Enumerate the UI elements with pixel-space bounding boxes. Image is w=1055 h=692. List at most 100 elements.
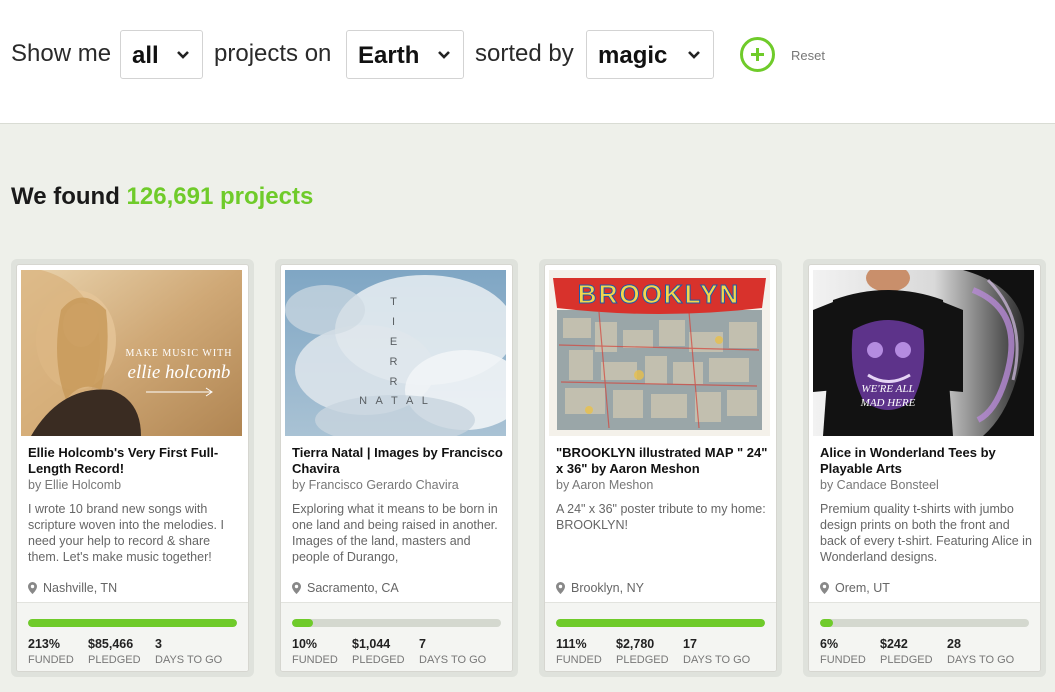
location-pin-icon: [292, 582, 301, 594]
location-pin-icon: [556, 582, 565, 594]
project-stats: 6% FUNDED $242 PLEDGED 28 DAYS TO GO: [809, 602, 1040, 671]
add-filter-button[interactable]: [740, 37, 775, 72]
project-card: MAKE MUSIC WITH ellie holcomb Ellie Holc…: [11, 259, 254, 677]
funded-value: 6%: [820, 637, 839, 651]
days-value: 28: [947, 637, 961, 651]
project-blurb: A 24" x 36" poster tribute to my home: B…: [556, 502, 766, 532]
chevron-down-icon: [688, 51, 700, 59]
project-location[interactable]: Sacramento, CA: [292, 581, 399, 595]
project-card-inner[interactable]: WE'RE ALL MAD HERE Alice in Wonderland T…: [808, 264, 1041, 672]
image-caption-top: MAKE MUSIC WITH: [125, 348, 232, 359]
pledged-stat: $85,466 PLEDGED: [88, 637, 141, 666]
location-select-value: Earth: [358, 42, 420, 69]
project-image[interactable]: T I E R R N A T A L: [285, 270, 506, 436]
sorted-by-label: sorted by: [475, 40, 574, 67]
pledged-label: PLEDGED: [616, 654, 669, 666]
project-image[interactable]: MAKE MUSIC WITH ellie holcomb: [21, 270, 242, 436]
funding-progress-fill: [28, 619, 237, 627]
project-card: WE'RE ALL MAD HERE Alice in Wonderland T…: [803, 259, 1046, 677]
project-card-inner[interactable]: BROOKLYN "BROOKLYN illustrated MAP " 24"…: [544, 264, 777, 672]
project-card-inner[interactable]: T I E R R N A T A L Tierra Natal | Image…: [280, 264, 513, 672]
pledged-label: PLEDGED: [880, 654, 933, 666]
pledged-label: PLEDGED: [88, 654, 141, 666]
results-count: 126,691 projects: [126, 183, 314, 210]
funded-label: FUNDED: [556, 654, 602, 666]
sort-select-value: magic: [598, 42, 668, 69]
location-select[interactable]: Earth: [346, 30, 464, 79]
project-byline[interactable]: by Francisco Gerardo Chavira: [292, 478, 459, 492]
days-label: DAYS TO GO: [155, 654, 223, 666]
project-card: BROOKLYN "BROOKLYN illustrated MAP " 24"…: [539, 259, 782, 677]
category-select[interactable]: all: [120, 30, 203, 79]
funding-progress-bar: [28, 619, 237, 627]
funded-stat: 213% FUNDED: [28, 637, 74, 666]
funded-label: FUNDED: [28, 654, 74, 666]
image-letter: R: [390, 356, 401, 368]
project-location[interactable]: Brooklyn, NY: [556, 581, 644, 595]
funding-progress-bar: [556, 619, 765, 627]
project-stats: 213% FUNDED $85,466 PLEDGED 3 DAYS TO GO: [17, 602, 248, 671]
filter-bar: Show me all projects on Earth sorted by …: [0, 0, 1055, 124]
plus-icon: [751, 48, 764, 61]
pledged-label: PLEDGED: [352, 654, 405, 666]
days-stat: 28 DAYS TO GO: [947, 637, 1014, 666]
image-caption: BROOKLYN: [578, 279, 740, 309]
results-prefix: We found: [11, 183, 120, 210]
days-stat: 3 DAYS TO GO: [155, 637, 222, 666]
days-stat: 7 DAYS TO GO: [419, 637, 486, 666]
project-location-text: Nashville, TN: [43, 581, 118, 595]
image-caption-script: ellie holcomb: [128, 362, 231, 383]
project-byline[interactable]: by Ellie Holcomb: [28, 478, 121, 492]
project-byline[interactable]: by Aaron Meshon: [556, 478, 653, 492]
funding-progress-fill: [556, 619, 765, 627]
project-title[interactable]: Ellie Holcomb's Very First Full-Length R…: [28, 445, 243, 477]
project-stats: 10% FUNDED $1,044 PLEDGED 7 DAYS TO GO: [281, 602, 512, 671]
days-value: 7: [419, 637, 426, 651]
project-location-text: Brooklyn, NY: [571, 581, 644, 595]
show-me-label: Show me: [11, 40, 112, 67]
project-title[interactable]: Alice in Wonderland Tees by Playable Art…: [820, 445, 1035, 477]
project-location[interactable]: Orem, UT: [820, 581, 890, 595]
project-image[interactable]: WE'RE ALL MAD HERE: [813, 270, 1034, 436]
sort-select[interactable]: magic: [586, 30, 714, 79]
results-heading: We found 126,691 projects: [11, 183, 313, 211]
projects-on-label: projects on: [214, 40, 332, 67]
days-value: 3: [155, 637, 162, 651]
image-letter: E: [390, 336, 400, 348]
reset-link[interactable]: Reset: [791, 48, 825, 63]
project-location-text: Orem, UT: [835, 581, 890, 595]
pledged-stat: $2,780 PLEDGED: [616, 637, 669, 666]
funded-label: FUNDED: [292, 654, 338, 666]
image-letter: I: [392, 316, 398, 328]
funded-label: FUNDED: [820, 654, 866, 666]
image-letter: R: [390, 376, 401, 388]
days-label: DAYS TO GO: [683, 654, 751, 666]
funding-progress-bar: [820, 619, 1029, 627]
project-location[interactable]: Nashville, TN: [28, 581, 117, 595]
pledged-value: $242: [880, 637, 908, 651]
project-image[interactable]: BROOKLYN: [549, 270, 770, 436]
project-blurb: I wrote 10 brand new songs with scriptur…: [28, 502, 224, 564]
project-title[interactable]: Tierra Natal | Images by Francisco Chavi…: [292, 445, 507, 477]
days-stat: 17 DAYS TO GO: [683, 637, 750, 666]
category-select-value: all: [132, 42, 159, 69]
image-caption-line1: WE'RE ALL: [861, 383, 914, 395]
pledged-stat: $242 PLEDGED: [880, 637, 933, 666]
funded-value: 213%: [28, 637, 60, 651]
project-stats: 111% FUNDED $2,780 PLEDGED 17 DAYS TO GO: [545, 602, 776, 671]
pledged-value: $85,466: [88, 637, 134, 651]
project-card: T I E R R N A T A L Tierra Natal | Image…: [275, 259, 518, 677]
funded-stat: 111% FUNDED: [556, 637, 602, 666]
image-letter: T: [390, 296, 400, 308]
days-value: 17: [683, 637, 697, 651]
funded-value: 111%: [556, 637, 587, 651]
project-title[interactable]: "BROOKLYN illustrated MAP " 24" x 36" by…: [556, 445, 771, 477]
image-caption: N A T A L: [359, 395, 431, 407]
funding-progress-bar: [292, 619, 501, 627]
project-card-inner[interactable]: MAKE MUSIC WITH ellie holcomb Ellie Holc…: [16, 264, 249, 672]
days-label: DAYS TO GO: [947, 654, 1015, 666]
funded-value: 10%: [292, 637, 318, 651]
funding-progress-fill: [292, 619, 313, 627]
pledged-value: $1,044: [352, 637, 391, 651]
project-byline[interactable]: by Candace Bonsteel: [820, 478, 939, 492]
